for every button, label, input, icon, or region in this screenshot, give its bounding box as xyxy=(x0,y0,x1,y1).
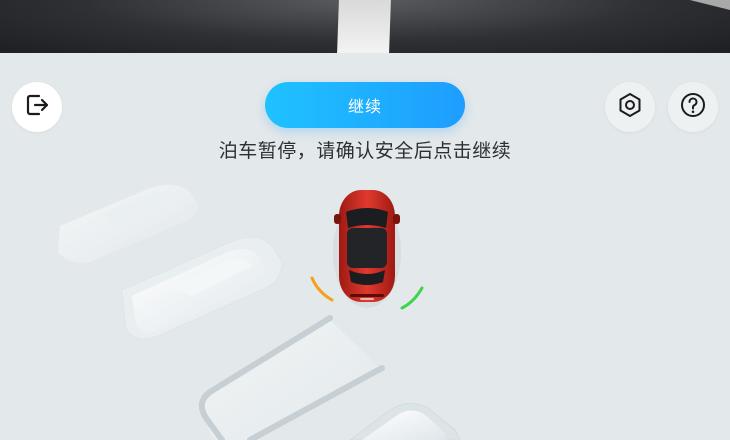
exit-icon xyxy=(23,91,51,123)
exit-button[interactable] xyxy=(12,82,62,132)
parked-car xyxy=(121,236,283,340)
continue-button-label: 继续 xyxy=(347,97,382,116)
rear-left-sensor-arc xyxy=(310,276,334,302)
help-icon xyxy=(679,91,707,123)
hexagon-settings-icon xyxy=(616,91,644,123)
road-edge-marking xyxy=(640,0,730,11)
parked-car xyxy=(58,184,198,263)
camera-view xyxy=(0,0,730,53)
parking-status-message: 泊车暂停，请确认安全后点击继续 xyxy=(218,140,512,162)
rear-right-sensor-arc xyxy=(400,286,424,310)
continue-button[interactable]: 继续 xyxy=(265,82,465,128)
parking-slot xyxy=(198,315,385,440)
ego-car xyxy=(333,190,401,308)
settings-button[interactable] xyxy=(605,82,655,132)
help-button[interactable] xyxy=(668,82,718,132)
parked-car xyxy=(349,403,461,440)
road-lane-marking xyxy=(337,0,391,53)
